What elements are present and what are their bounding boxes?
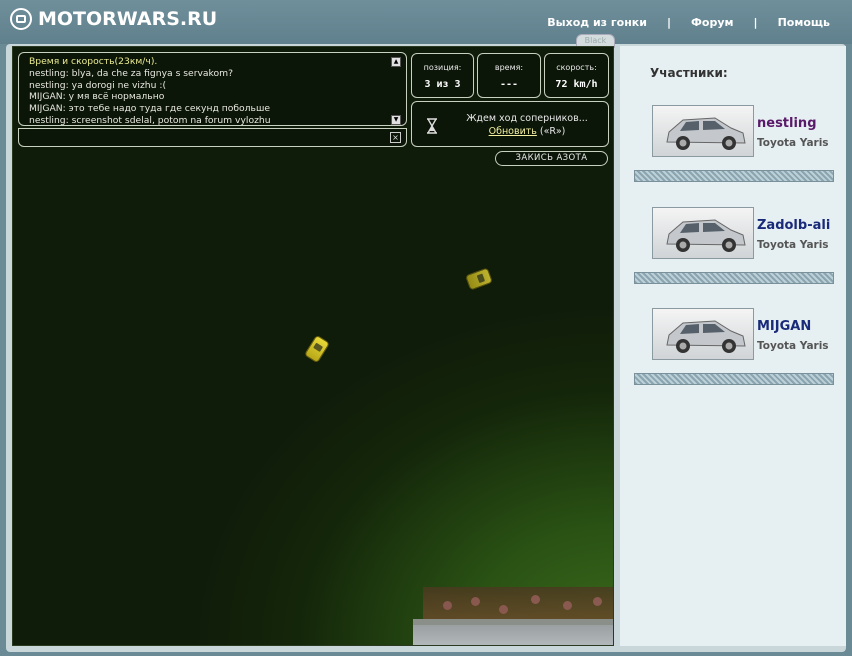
speed-label: скорость:: [556, 63, 597, 72]
scroll-down-icon[interactable]: ▼: [391, 115, 401, 125]
chat-lines: Время и скорость(23км/ч). nestling: blya…: [29, 56, 391, 127]
car-icon: [666, 320, 746, 353]
participant-car: Toyota Yaris: [757, 137, 829, 149]
flower-icon: [563, 601, 572, 610]
nav-exit-race[interactable]: Выход из гонки: [547, 16, 647, 29]
flower-icon: [443, 601, 452, 610]
participant-car: Toyota Yaris: [757, 239, 829, 251]
participant-card[interactable]: MIJGAN Toyota Yaris: [652, 308, 852, 368]
participant-name[interactable]: MIJGAN: [757, 319, 811, 334]
hourglass-icon: [427, 118, 437, 134]
refresh-link[interactable]: Обновить: [489, 126, 537, 137]
car-image: [652, 105, 754, 157]
participant-card[interactable]: Zadolb-ali Toyota Yaris: [652, 207, 852, 267]
chat-log: Время и скорость(23км/ч). nestling: blya…: [18, 52, 407, 126]
car-image: [652, 308, 754, 360]
speed-panel: скорость: 72 km/h: [544, 53, 609, 98]
logo[interactable]: MOTORWARS.RU: [10, 8, 217, 30]
logo-text: MOTORWARS.RU: [38, 8, 218, 30]
flower-bed: [423, 587, 613, 621]
participants-title: Участники:: [650, 66, 728, 80]
participant-card[interactable]: nestling Toyota Yaris: [652, 105, 852, 165]
nav-help[interactable]: Помощь: [778, 16, 830, 29]
waiting-panel: Ждем ход соперников... Обновить («R»): [411, 101, 609, 147]
time-value: ---: [499, 79, 519, 90]
chat-message: nestling: blya, da che za fignya s serva…: [29, 67, 233, 79]
participant-name[interactable]: Zadolb-ali: [757, 218, 830, 233]
chat-message: MIJGAN: это тебе надо туда где секунд по…: [29, 103, 271, 115]
logo-icon: [10, 8, 32, 30]
flower-icon: [531, 595, 540, 604]
time-label: время:: [494, 63, 524, 72]
header: MOTORWARS.RU Выход из гонки | Форум | По…: [0, 0, 852, 44]
nav-separator: |: [753, 16, 758, 29]
chat-input[interactable]: [25, 131, 385, 144]
car-image: [652, 207, 754, 259]
flower-icon: [471, 597, 480, 606]
nitro-button[interactable]: ЗАКИСЬ АЗОТА: [495, 151, 608, 166]
road: [413, 625, 613, 645]
chat-message: Время и скорость(23км/ч).: [29, 56, 158, 67]
chat-message: nestling: ya dorogi ne vizhu :(: [29, 79, 167, 91]
flower-icon: [593, 597, 602, 606]
position-panel: позиция: 3 из 3: [411, 53, 474, 98]
refresh-row: Обновить («R»): [448, 126, 606, 137]
position-label: позиция:: [423, 63, 462, 72]
participant-name[interactable]: nestling: [757, 116, 817, 131]
car-icon: [666, 219, 746, 252]
waiting-text: Ждем ход соперников...: [466, 113, 588, 124]
time-panel: время: ---: [477, 53, 541, 98]
position-value: 3 из 3: [424, 79, 461, 90]
top-nav: Выход из гонки | Форум | Помощь: [547, 16, 830, 29]
chat-message: nestling: screenshot sdelal, potom na fo…: [29, 114, 271, 126]
participant-divider: [634, 272, 834, 284]
nav-forum[interactable]: Форум: [691, 16, 734, 29]
participants-panel: Участники: nestling Toyota Yaris Zadolb-…: [620, 46, 846, 646]
flower-icon: [499, 605, 508, 614]
car-icon: [666, 117, 746, 150]
close-icon[interactable]: ×: [390, 132, 401, 143]
nav-separator: |: [666, 16, 672, 29]
participant-divider: [634, 373, 834, 385]
speed-value: 72 km/h: [555, 79, 598, 90]
chat-input-box: ×: [18, 128, 407, 147]
refresh-hotkey: («R»): [539, 126, 566, 137]
scroll-up-icon[interactable]: ▲: [391, 57, 401, 67]
participant-divider: [634, 170, 834, 182]
chat-message: MIJGAN: у мя всё нормально: [29, 91, 165, 103]
participant-car: Toyota Yaris: [757, 340, 829, 352]
